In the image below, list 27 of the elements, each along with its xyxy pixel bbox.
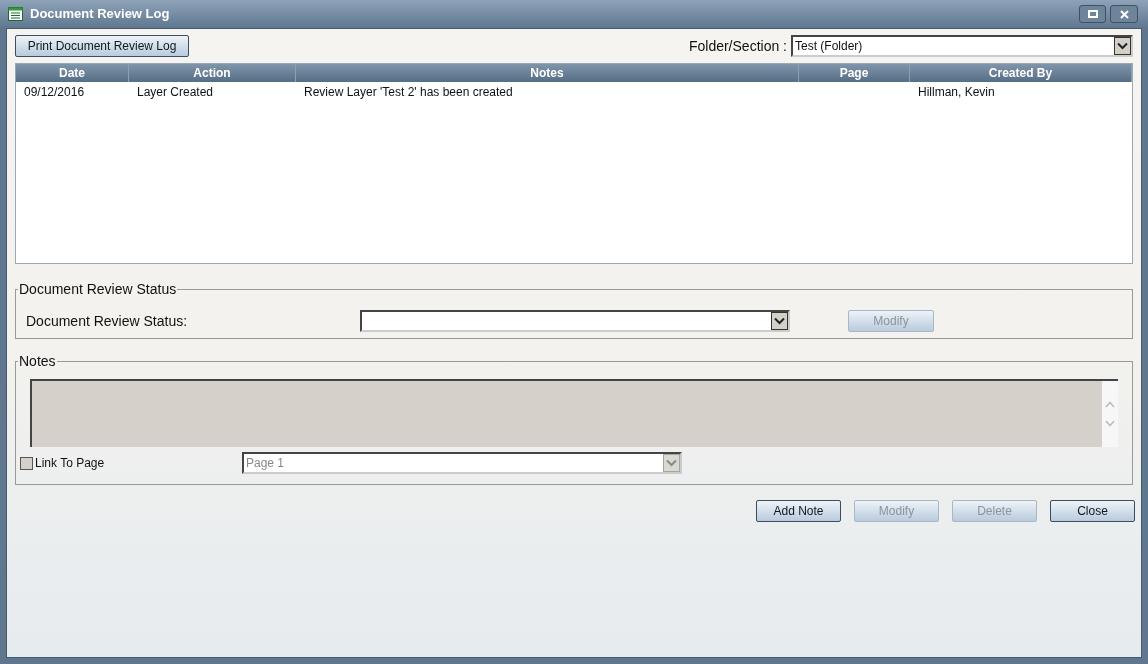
group-title: Notes [18,352,57,371]
table-cell: Hillman, Kevin [918,85,995,99]
column-header[interactable]: Created By [910,64,1132,82]
group-title: Document Review Status [18,280,178,299]
review-status-dropdown[interactable] [360,310,790,332]
table-cell: Review Layer 'Test 2' has been created [304,85,513,99]
print-button[interactable]: Print Document Review Log [15,35,189,57]
link-to-page-label: Link To Page [35,455,105,472]
review-status-label: Document Review Status: [26,311,189,331]
column-header[interactable]: Action [129,64,296,82]
action-button[interactable]: Add Note [756,500,841,522]
action-button[interactable]: Close [1050,500,1135,522]
link-to-page-checkbox[interactable] [20,456,33,470]
column-header[interactable]: Page [799,64,910,82]
maximize-icon [1087,10,1098,18]
close-icon [1119,9,1129,19]
table-cell: Layer Created [137,85,214,99]
column-header[interactable]: Date [16,64,129,82]
folder-section-dropdown[interactable]: Test (Folder) [791,35,1133,57]
column-header[interactable]: Notes [296,64,799,82]
document-list-icon [8,7,23,21]
table-cell: 09/12/2016 [24,85,85,99]
window-title: Document Review Log [30,5,170,24]
maximize-button[interactable] [1079,5,1106,23]
close-window-button[interactable] [1110,5,1138,23]
folder-section-label: Folder/Section : [688,36,787,56]
notes-textarea[interactable] [30,379,1118,447]
